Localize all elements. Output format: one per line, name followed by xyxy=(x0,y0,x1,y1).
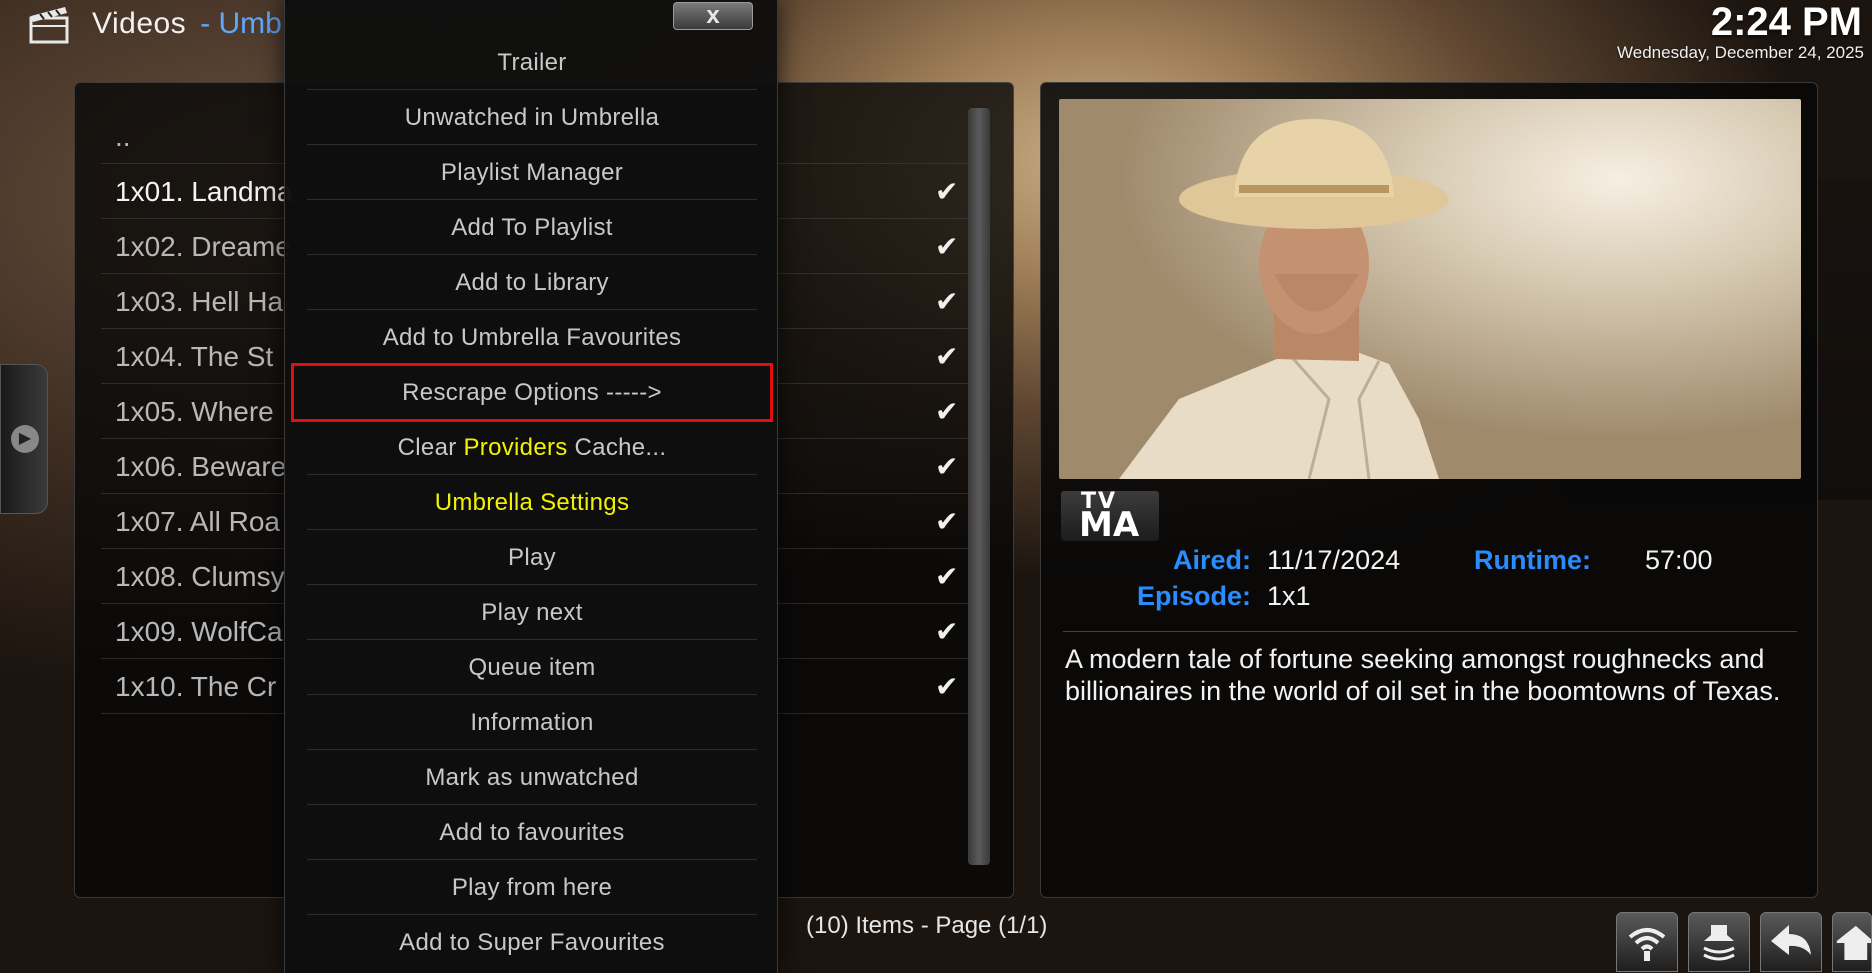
clock-time: 2:24 PM xyxy=(1710,0,1862,44)
watched-check-icon: ✔ xyxy=(935,341,959,372)
menu-item-label: Cache... xyxy=(567,434,667,461)
rating-ma-text: MA xyxy=(1079,505,1140,545)
menu-item-play[interactable]: Play xyxy=(307,530,757,585)
menu-item-play-from-here[interactable]: Play from here xyxy=(307,860,757,915)
menu-item-add-super-favourites[interactable]: Add to Super Favourites xyxy=(307,915,757,970)
menu-item-clear-providers-cache[interactable]: Clear Providers Cache... xyxy=(307,420,757,475)
watched-check-icon: ✔ xyxy=(935,176,959,207)
header: Videos - Umb xyxy=(28,2,282,46)
list-item-label: 1x04. The St xyxy=(115,341,274,372)
side-menu-handle[interactable]: ▶ xyxy=(0,364,48,514)
menu-item-trailer[interactable]: Trailer xyxy=(307,35,757,90)
list-item-label: 1x05. Where xyxy=(115,396,274,427)
clapperboard-icon xyxy=(29,7,69,44)
watched-check-icon: ✔ xyxy=(935,506,959,537)
watched-check-icon: ✔ xyxy=(935,451,959,482)
clock-date: Wednesday, December 24, 2025 xyxy=(1617,43,1864,62)
menu-item-information[interactable]: Information xyxy=(307,695,757,750)
meta-divider xyxy=(1063,631,1797,632)
episode-label: Episode: xyxy=(1136,581,1251,611)
menu-item-mark-unwatched[interactable]: Mark as unwatched xyxy=(307,750,757,805)
watched-check-icon: ✔ xyxy=(935,561,959,592)
menu-item-add-to-playlist[interactable]: Add To Playlist xyxy=(307,200,757,255)
breadcrumb: - Umb xyxy=(200,7,282,40)
list-scrollbar[interactable] xyxy=(968,108,990,865)
window-title: Videos xyxy=(92,7,187,40)
runtime-label: Runtime: xyxy=(1474,545,1591,575)
list-item-label: 1x07. All Roa xyxy=(115,506,280,537)
menu-item-label: Clear xyxy=(397,434,464,461)
list-item-label: 1x10. The Cr xyxy=(115,671,277,702)
menu-item-playlist-manager[interactable]: Playlist Manager xyxy=(307,145,757,200)
episode-thumbnail xyxy=(1059,99,1801,479)
info-panel: TV MA Aired: 11/17/2024 Runtime: 57:00 E… xyxy=(1040,82,1818,898)
menu-item-add-umbrella-favourites[interactable]: Add to Umbrella Favourites xyxy=(307,310,757,365)
cowboy-portrait-image xyxy=(1119,119,1449,479)
episode-value: 1x1 xyxy=(1267,581,1311,611)
back-arrow-icon xyxy=(1771,925,1811,955)
watched-check-icon: ✔ xyxy=(935,396,959,427)
chevron-right-icon: ▶ xyxy=(11,425,39,453)
wifi-icon xyxy=(1628,928,1666,961)
list-item-label: 1x09. WolfCa xyxy=(115,616,283,647)
network-button[interactable] xyxy=(1616,912,1678,972)
list-item-label: 1x02. Dreame xyxy=(115,231,291,262)
list-item-label: 1x03. Hell Ha xyxy=(115,286,284,317)
menu-item-rescrape-options[interactable]: Rescrape Options -----> xyxy=(291,363,773,422)
watched-check-icon: ✔ xyxy=(935,671,959,702)
aired-value: 11/17/2024 xyxy=(1267,545,1401,575)
eject-button[interactable] xyxy=(1688,912,1750,972)
list-item-label: 1x01. Landma xyxy=(115,176,293,207)
close-icon: x xyxy=(706,2,720,29)
close-button[interactable]: x xyxy=(673,2,753,30)
watched-check-icon: ✔ xyxy=(935,231,959,262)
home-button[interactable] xyxy=(1832,912,1872,972)
list-item-label: 1x06. Beware xyxy=(115,451,287,482)
menu-item-add-to-library[interactable]: Add to Library xyxy=(307,255,757,310)
list-item-label: .. xyxy=(115,121,131,152)
menu-item-highlight: Providers xyxy=(463,434,568,461)
watched-check-icon: ✔ xyxy=(935,286,959,317)
watched-check-icon: ✔ xyxy=(935,616,959,647)
aired-label: Aired: xyxy=(1172,545,1251,575)
context-menu: x Trailer Unwatched in Umbrella Playlist… xyxy=(284,0,778,973)
content-rating-badge: TV MA xyxy=(1061,489,1159,545)
eject-icon xyxy=(1703,925,1735,961)
runtime-value: 57:00 xyxy=(1645,545,1713,575)
menu-item-play-next[interactable]: Play next xyxy=(307,585,757,640)
menu-item-umbrella-settings[interactable]: Umbrella Settings xyxy=(307,475,757,530)
menu-item-queue-item[interactable]: Queue item xyxy=(307,640,757,695)
items-count: (10) Items - Page (1/1) xyxy=(806,912,1048,939)
menu-item-add-to-favourites[interactable]: Add to favourites xyxy=(307,805,757,860)
list-item-label: 1x08. Clumsy xyxy=(115,561,285,592)
home-icon xyxy=(1836,925,1871,961)
menu-item-unwatched[interactable]: Unwatched in Umbrella xyxy=(307,90,757,145)
plot-text: A modern tale of fortune seeking amongst… xyxy=(1065,644,1781,706)
back-button[interactable] xyxy=(1760,912,1822,972)
